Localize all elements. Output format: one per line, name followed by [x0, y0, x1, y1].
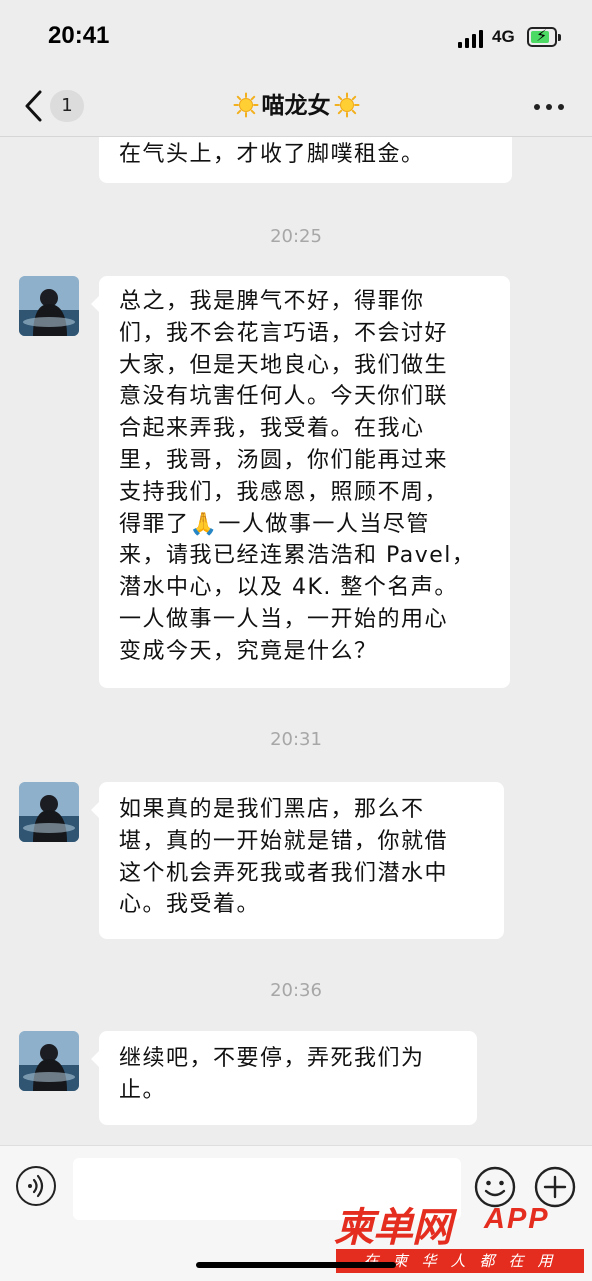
sun-emoji-icon — [233, 92, 258, 118]
message-bubble[interactable]: 在气头上，才收了脚噗租金。 — [99, 137, 512, 183]
message-line: 合起来弄我，我受着。在我心 — [119, 416, 425, 442]
message-line: 潜水中心，以及 4K. 整个名声。 — [119, 575, 458, 601]
status-bar: 20:41 4G ⚡ — [0, 0, 592, 76]
watermark-logo: 柬单网 — [334, 1205, 452, 1251]
message-list[interactable]: 在气头上，才收了脚噗租金。 20:25 总之，我是脾气不好，得罪你 们，我不会花… — [0, 137, 592, 1145]
message-line: 里，我哥，汤圆，你们能再过来 — [119, 447, 449, 473]
avatar[interactable] — [19, 1031, 79, 1091]
message-bubble[interactable]: 总之，我是脾气不好，得罪你 们，我不会花言巧语，不会讨好 大家，但是天地良心，我… — [91, 276, 510, 688]
message-line: 支持我们，我感恩，照顾不周， — [119, 479, 449, 505]
message-line: 来，请我已经连累浩浩和 Pavel， — [119, 543, 476, 569]
battery-charging-icon: ⚡ — [527, 26, 561, 47]
status-time: 20:41 — [48, 22, 110, 49]
signal-icon — [458, 30, 484, 48]
message-line: 变成今天，究竟是什么？ — [119, 638, 378, 664]
unread-count-badge[interactable]: 1 — [50, 90, 84, 122]
avatar[interactable] — [19, 782, 79, 842]
message-line: 如果真的是我们黑店，那么不 — [119, 797, 425, 822]
plus-icon[interactable] — [534, 1166, 576, 1208]
message-timestamp: 20:31 — [270, 729, 322, 750]
network-label: 4G — [492, 27, 515, 46]
sun-emoji-icon — [334, 92, 359, 118]
message-line: 一人做事一人当，一开始的用心 — [119, 606, 449, 632]
watermark-slogan: 在柬华人都在用 — [336, 1249, 584, 1273]
voice-icon[interactable] — [16, 1166, 56, 1206]
avatar-diver-image — [19, 1031, 79, 1091]
message-timestamp: 20:25 — [270, 226, 322, 247]
message-line: 继续吧，不要停，弄死我们为 — [119, 1046, 425, 1071]
message-line: 意没有坑害任何人。今天你们联 — [119, 384, 449, 410]
avatar[interactable] — [19, 276, 79, 336]
message-bubble[interactable]: 如果真的是我们黑店，那么不 堪，真的一开始就是错，你就借 这个机会弄死我或者我们… — [91, 782, 504, 939]
message-line: 大家，但是天地良心，我们做生 — [119, 352, 449, 378]
message-timestamp: 20:36 — [270, 980, 322, 1001]
message-line: 心。我受着。 — [119, 892, 261, 918]
chat-header: 喵龙女 1 — [0, 76, 592, 137]
watermark-app-label: APP — [484, 1203, 550, 1235]
message-line: 堪，真的一开始就是错，你就借 — [119, 828, 449, 854]
message-line: 这个机会弄死我或者我们潜水中 — [119, 860, 449, 886]
message-line: 止。 — [119, 1077, 167, 1103]
avatar-diver-image — [19, 782, 79, 842]
message-line: 得罪了🙏一人做事一人当尽管 — [119, 511, 430, 537]
chat-title: 喵龙女 — [0, 76, 592, 136]
message-bubble[interactable]: 继续吧，不要停，弄死我们为 止。 — [91, 1031, 477, 1125]
message-line: 们，我不会花言巧语，不会讨好 — [119, 320, 449, 346]
chat-title-text: 喵龙女 — [261, 93, 331, 119]
message-line: 在气头上，才收了脚噗租金。 — [119, 142, 425, 167]
message-line: 总之，我是脾气不好，得罪你 — [119, 289, 425, 314]
emoji-icon[interactable] — [474, 1166, 516, 1208]
avatar-diver-image — [19, 276, 79, 336]
more-options-icon[interactable] — [534, 104, 564, 110]
back-chevron-icon[interactable] — [20, 88, 48, 124]
home-indicator[interactable] — [196, 1262, 396, 1268]
